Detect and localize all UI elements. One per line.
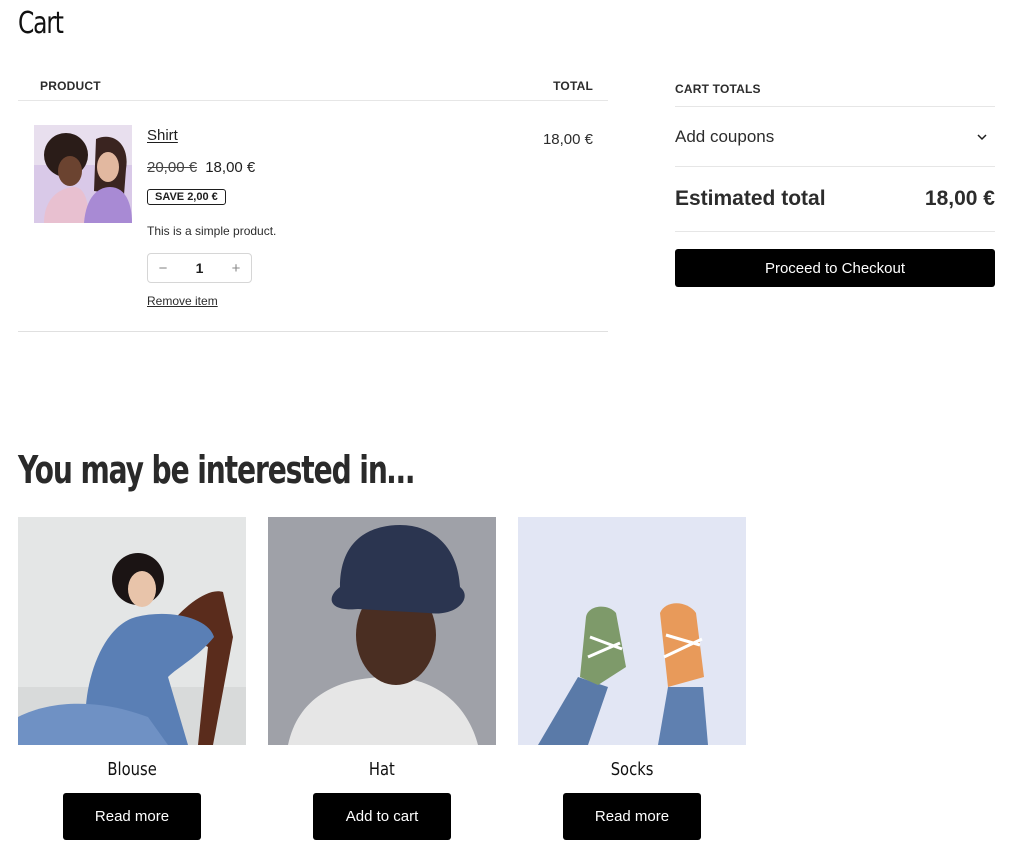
cart-totals-panel: CART TOTALS Add coupons Estimated total … [675,80,995,287]
product-column-header: PRODUCT [40,79,101,93]
cart-items-table: PRODUCT TOTAL Shirt 20,00 € 18,00 € SAVE… [18,68,608,332]
cart-totals-heading: CART TOTALS [675,80,995,107]
cart-item-name-link[interactable]: Shirt [147,127,178,144]
product-image-blouse[interactable] [18,517,246,745]
decrease-quantity-button[interactable]: − [157,260,169,277]
product-name[interactable]: Socks [611,759,654,783]
related-products-grid: Blouse Read more Hat Add to cart Socks R… [18,517,746,840]
product-card: Blouse Read more [18,517,246,840]
quantity-stepper: − 1 + [147,253,252,283]
estimated-total-label: Estimated total [675,187,826,210]
page-title: Cart [18,6,64,41]
chevron-down-icon [977,133,987,140]
cart-item-line-total: 18,00 € [542,131,593,148]
product-card: Socks Read more [518,517,746,840]
read-more-button[interactable]: Read more [63,793,201,840]
estimated-total-row: Estimated total 18,00 € [675,167,995,232]
proceed-to-checkout-button[interactable]: Proceed to Checkout [675,249,995,287]
cart-table-header: PRODUCT TOTAL [18,68,608,101]
product-name[interactable]: Hat [369,759,395,783]
original-price: 20,00 € [147,159,198,176]
product-image-socks[interactable] [518,517,746,745]
cart-item-price: 20,00 € 18,00 € [147,159,255,176]
cart-item-row: Shirt 20,00 € 18,00 € SAVE 2,00 € This i… [18,101,608,332]
product-image-hat[interactable] [268,517,496,745]
remove-item-link[interactable]: Remove item [147,294,218,308]
sale-price: 18,00 € [205,159,256,176]
read-more-button[interactable]: Read more [563,793,701,840]
quantity-input[interactable]: 1 [196,260,204,276]
product-card: Hat Add to cart [268,517,496,840]
total-column-header: TOTAL [553,79,593,93]
add-coupons-label: Add coupons [675,126,775,146]
add-coupons-toggle[interactable]: Add coupons [675,107,995,167]
estimated-total-value: 18,00 € [924,187,995,210]
cart-item-description: This is a simple product. [147,224,277,238]
savings-badge: SAVE 2,00 € [147,189,226,205]
increase-quantity-button[interactable]: + [230,260,242,277]
add-to-cart-button[interactable]: Add to cart [313,793,451,840]
cart-item-thumbnail[interactable] [34,125,132,223]
product-name[interactable]: Blouse [107,759,156,783]
related-products-title: You may be interested in… [18,448,415,492]
